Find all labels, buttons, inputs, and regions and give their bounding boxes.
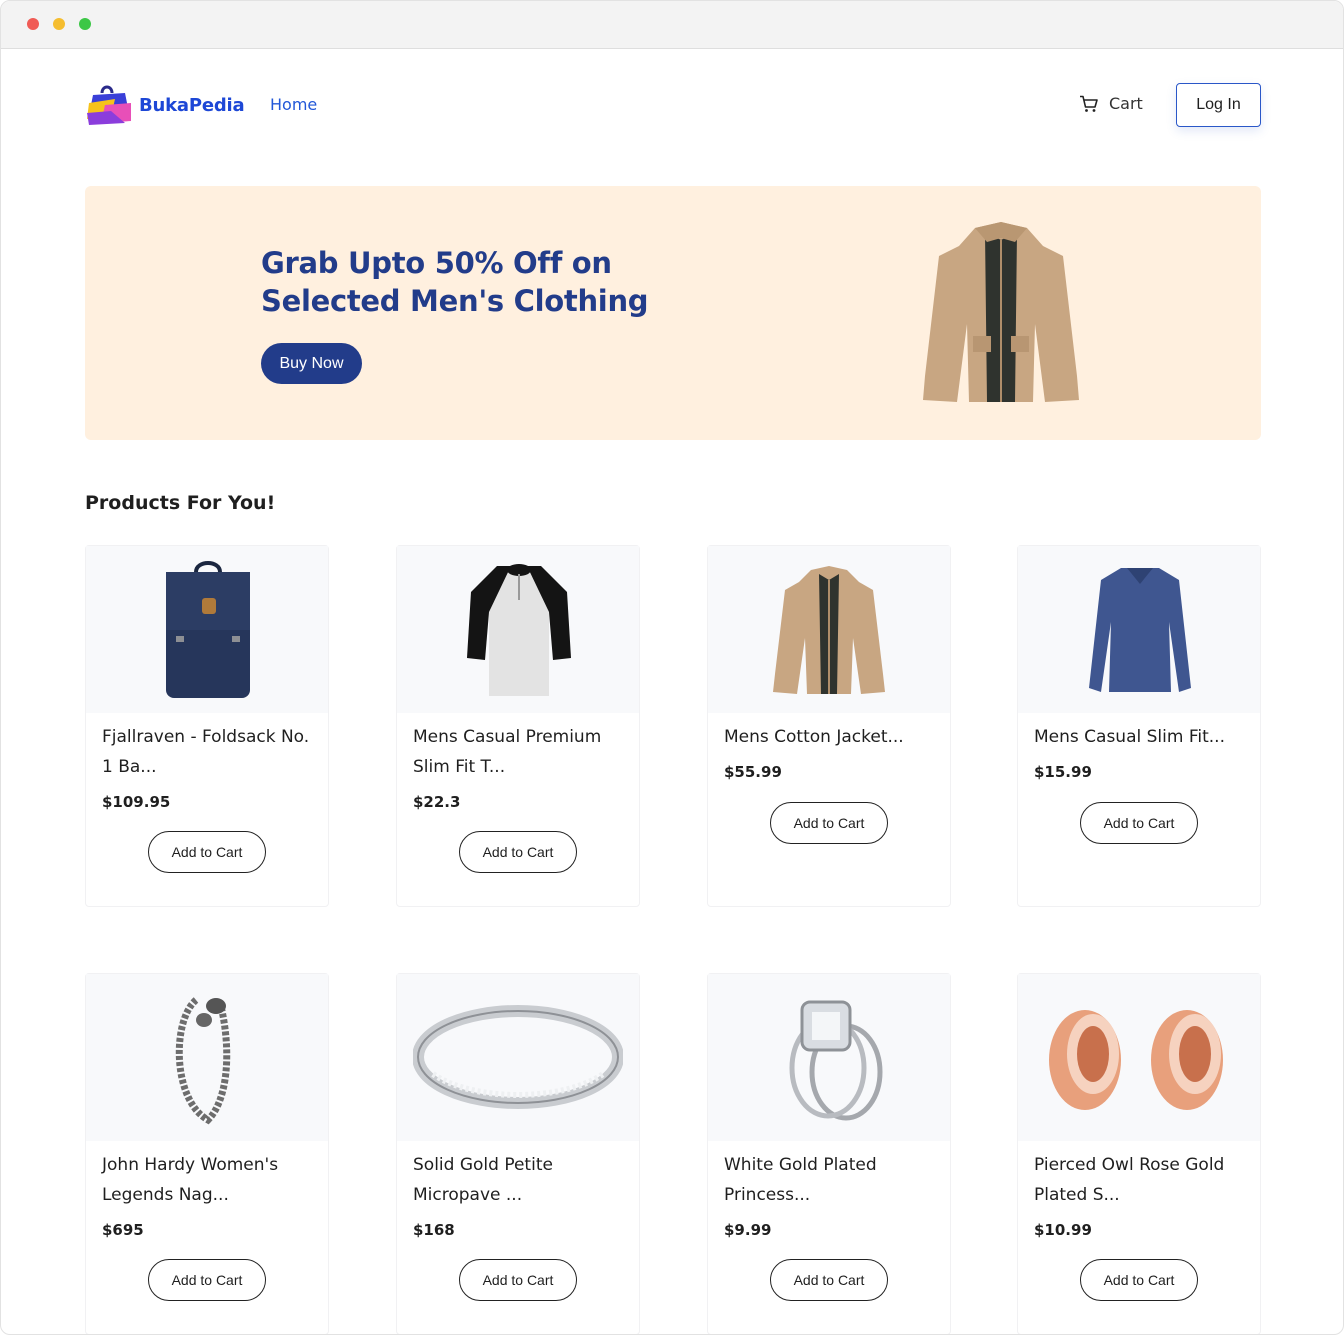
browser-window: BukaPedia Home Cart Log In Grab Upto 50%…	[0, 0, 1344, 1335]
close-window-dot[interactable]	[27, 18, 39, 30]
silver-bracelet-image	[175, 997, 231, 1125]
rose-gold-plugs-image	[1049, 1010, 1223, 1110]
diamond-ring-image	[789, 1000, 883, 1121]
product-price: $695	[102, 1221, 144, 1239]
blue-longsleeve-image	[1089, 568, 1191, 692]
product-name: White Gold Plated Princess...	[724, 1155, 877, 1205]
add-to-cart-button[interactable]: Add to Cart	[459, 831, 577, 873]
tan-jacket-image	[923, 222, 1079, 402]
minimize-window-dot[interactable]	[53, 18, 65, 30]
nav-home-link[interactable]: Home	[270, 95, 317, 114]
product-name: Mens Cotton Jacket...	[724, 727, 904, 747]
product-card[interactable]: Mens Casual Slim Fit... $15.99 Add to Ca…	[1017, 545, 1261, 907]
product-price: $9.99	[724, 1221, 772, 1239]
product-image-area	[708, 974, 950, 1141]
product-card[interactable]: White Gold Plated Princess... $9.99 Add …	[707, 973, 951, 1334]
product-name: Solid Gold Petite Micropave ...	[413, 1155, 553, 1205]
window-titlebar	[1, 1, 1343, 49]
product-image-area	[708, 546, 950, 713]
add-to-cart-button[interactable]: Add to Cart	[1080, 802, 1198, 844]
product-price: $10.99	[1034, 1221, 1092, 1239]
add-to-cart-button[interactable]: Add to Cart	[148, 1259, 266, 1301]
product-image-area	[397, 974, 639, 1141]
banner-title: Grab Upto 50% Off on Selected Men's Clot…	[261, 246, 649, 318]
product-name: Pierced Owl Rose Gold Plated S...	[1034, 1155, 1225, 1205]
silver-ring-image	[413, 1005, 623, 1109]
product-price: $22.3	[413, 793, 461, 811]
product-card[interactable]: John Hardy Women's Legends Nag... $695 A…	[85, 973, 329, 1334]
product-price: $168	[413, 1221, 455, 1239]
promo-banner: Grab Upto 50% Off on Selected Men's Clot…	[85, 186, 1261, 440]
add-to-cart-button[interactable]: Add to Cart	[770, 1259, 888, 1301]
product-card[interactable]: Mens Cotton Jacket... $55.99 Add to Cart	[707, 545, 951, 907]
tan-jacket-image	[773, 566, 885, 694]
shopping-bag-logo-icon	[87, 85, 131, 125]
brand-name: BukaPedia	[139, 94, 245, 116]
product-image-area	[86, 974, 328, 1141]
product-card[interactable]: Fjallraven - Foldsack No. 1 Ba... $109.9…	[85, 545, 329, 907]
login-button[interactable]: Log In	[1176, 83, 1261, 127]
products-section-title: Products For You!	[85, 492, 276, 514]
product-card[interactable]: Solid Gold Petite Micropave ... $168 Add…	[396, 973, 640, 1334]
product-price: $15.99	[1034, 763, 1092, 781]
maximize-window-dot[interactable]	[79, 18, 91, 30]
product-card[interactable]: Pierced Owl Rose Gold Plated S... $10.99…	[1017, 973, 1261, 1334]
cart-label: Cart	[1109, 94, 1143, 113]
navy-backpack-image	[166, 561, 250, 698]
add-to-cart-button[interactable]: Add to Cart	[148, 831, 266, 873]
raglan-tshirt-image	[467, 564, 571, 696]
product-price: $109.95	[102, 793, 171, 811]
product-name: Fjallraven - Foldsack No. 1 Ba...	[102, 727, 310, 777]
product-image-area	[86, 546, 328, 713]
cart-link[interactable]: Cart	[1079, 94, 1143, 113]
add-to-cart-button[interactable]: Add to Cart	[770, 802, 888, 844]
add-to-cart-button[interactable]: Add to Cart	[1080, 1259, 1198, 1301]
add-to-cart-button[interactable]: Add to Cart	[459, 1259, 577, 1301]
product-name: Mens Casual Slim Fit...	[1034, 727, 1225, 747]
brand-logo[interactable]: BukaPedia	[85, 81, 245, 129]
product-image-area	[1018, 974, 1260, 1141]
top-navbar: BukaPedia Home Cart Log In	[85, 81, 1261, 129]
product-name: Mens Casual Premium Slim Fit T...	[413, 727, 602, 777]
shopping-cart-icon	[1080, 95, 1098, 112]
product-card[interactable]: Mens Casual Premium Slim Fit T... $22.3 …	[396, 545, 640, 907]
product-image-area	[397, 546, 639, 713]
product-image-area	[1018, 546, 1260, 713]
product-price: $55.99	[724, 763, 782, 781]
product-name: John Hardy Women's Legends Nag...	[102, 1155, 279, 1205]
buy-now-button[interactable]: Buy Now	[261, 343, 362, 384]
